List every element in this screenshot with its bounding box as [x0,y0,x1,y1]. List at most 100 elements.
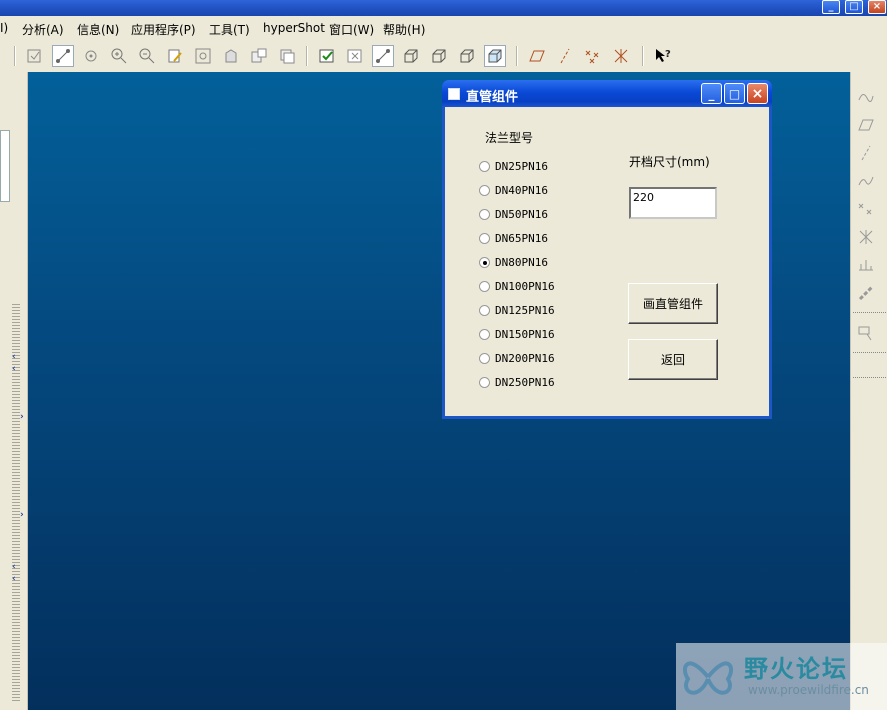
feature-toolbar [850,72,887,710]
radio-button[interactable] [479,208,490,220]
toolbar-separator [853,352,886,354]
radio-button-checked[interactable] [479,256,490,268]
saved-views-icon[interactable] [248,45,270,67]
dialog-title: 直管组件 [466,90,519,105]
radio-label: DN125PN16 [495,303,555,317]
shading-icon[interactable] [484,45,506,67]
radio-label: DN250PN16 [495,375,555,389]
back-button[interactable]: 返回 [628,339,718,380]
radio-button[interactable] [479,352,490,364]
point-tool-icon[interactable] [855,198,877,220]
radio-option[interactable]: DN200PN16 [479,350,555,366]
radio-button[interactable] [479,280,490,292]
sketch-tool-icon[interactable] [855,86,877,108]
radio-option[interactable]: DN65PN16 [479,230,548,246]
collapse-arrow-icon[interactable]: ‹ [12,352,16,362]
menu-item-window[interactable]: 窗口(W) [329,21,374,38]
toolbar-separator [642,46,644,66]
analysis-tool-icon[interactable] [855,254,877,276]
collapse-arrow-icon[interactable]: ‹ [12,562,16,572]
zoom-in-icon[interactable] [108,45,130,67]
radio-button[interactable] [479,160,490,172]
main-toolbar: ? [0,41,887,72]
watermark-url: www.proewildfire.cn [748,683,869,697]
repaint-icon[interactable] [164,45,186,67]
minimize-icon[interactable]: _ [822,0,840,14]
radio-option[interactable]: DN50PN16 [479,206,548,222]
link-tool-icon[interactable] [855,282,877,304]
radio-button[interactable] [479,376,490,388]
radio-option[interactable]: DN25PN16 [479,158,548,174]
opening-size-label: 开档尺寸(mm) [629,155,710,169]
toolbar-separator [14,46,16,66]
radio-button[interactable] [479,328,490,340]
menu-item-hypershot[interactable]: hyperShot [263,21,325,35]
app-titlebar: _ □ × [0,0,887,16]
dialog-close-icon[interactable]: × [747,83,768,104]
layers-icon[interactable] [276,45,298,67]
spin-center-icon[interactable] [52,45,74,67]
edit-definition-icon[interactable] [24,45,46,67]
menu-item-info[interactable]: 信息(N) [77,21,119,38]
axis-tool-icon[interactable] [855,142,877,164]
radio-button[interactable] [479,232,490,244]
close-icon[interactable]: × [868,0,886,14]
opening-size-input[interactable]: 220 [629,187,717,219]
orient-icon[interactable] [220,45,242,67]
menu-item-help[interactable]: 帮助(H) [383,21,425,38]
spin-center-toggle-icon[interactable] [372,45,394,67]
radio-option[interactable]: DN80PN16 [479,254,548,270]
csys-tool-icon[interactable] [855,226,877,248]
radio-label: DN80PN16 [495,255,548,269]
expand-arrow-icon[interactable]: › [20,412,24,422]
toolbar-separator [853,312,886,314]
radio-button[interactable] [479,184,490,196]
collapse-arrow-icon[interactable]: ‹ [12,364,16,374]
coordinate-systems-icon[interactable] [610,45,632,67]
watermark-brand: 野火论坛 [744,655,848,683]
butterfly-logo-icon [682,661,734,695]
radio-label: DN65PN16 [495,231,548,245]
dialog-maximize-icon[interactable]: □ [724,83,745,104]
no-hidden-icon[interactable] [456,45,478,67]
orient-mode-icon[interactable] [80,45,102,67]
refit-icon[interactable] [192,45,214,67]
dialog-body: 法兰型号 DN25PN16 DN40PN16 DN50PN16 DN65PN16… [445,107,769,416]
radio-option[interactable]: DN125PN16 [479,302,555,318]
expand-arrow-icon[interactable]: › [20,510,24,520]
cancel-regen-icon[interactable] [344,45,366,67]
datum-planes-icon[interactable] [526,45,548,67]
navigator-tree[interactable] [0,130,10,202]
radio-option[interactable]: DN100PN16 [479,278,555,294]
menu-item-applications[interactable]: 应用程序(P) [131,21,196,38]
context-help-icon[interactable]: ? [652,45,674,67]
plane-tool-icon[interactable] [855,114,877,136]
radio-option[interactable]: DN250PN16 [479,374,555,390]
radio-option[interactable]: DN40PN16 [479,182,548,198]
curve-tool-icon[interactable] [855,170,877,192]
dialog-minimize-icon[interactable]: _ [701,83,722,104]
maximize-icon[interactable]: □ [845,0,863,14]
radio-button[interactable] [479,304,490,316]
dialog-titlebar[interactable]: 直管组件 _ □ × [442,80,772,107]
datum-axes-icon[interactable] [554,45,576,67]
datum-points-icon[interactable] [582,45,604,67]
dialog-app-icon [448,88,460,100]
zoom-out-icon[interactable] [136,45,158,67]
shape-tool-icon[interactable] [855,322,877,344]
navigator-panel: ‹ ‹ › › ‹ ‹ [0,72,28,710]
menu-item-partial[interactable]: I) [0,21,8,35]
wireframe-icon[interactable] [400,45,422,67]
svg-text:?: ? [665,49,671,60]
menu-item-analysis[interactable]: 分析(A) [22,21,64,38]
regenerate-icon[interactable] [316,45,338,67]
radio-label: DN40PN16 [495,183,548,197]
radio-label: DN50PN16 [495,207,548,221]
menu-item-tools[interactable]: 工具(T) [209,21,250,38]
radio-label: DN150PN16 [495,327,555,341]
hidden-line-icon[interactable] [428,45,450,67]
collapse-arrow-icon[interactable]: ‹ [12,574,16,584]
radio-option[interactable]: DN150PN16 [479,326,555,342]
panel-splitter[interactable] [12,302,20,702]
draw-pipe-button[interactable]: 画直管组件 [628,283,718,324]
